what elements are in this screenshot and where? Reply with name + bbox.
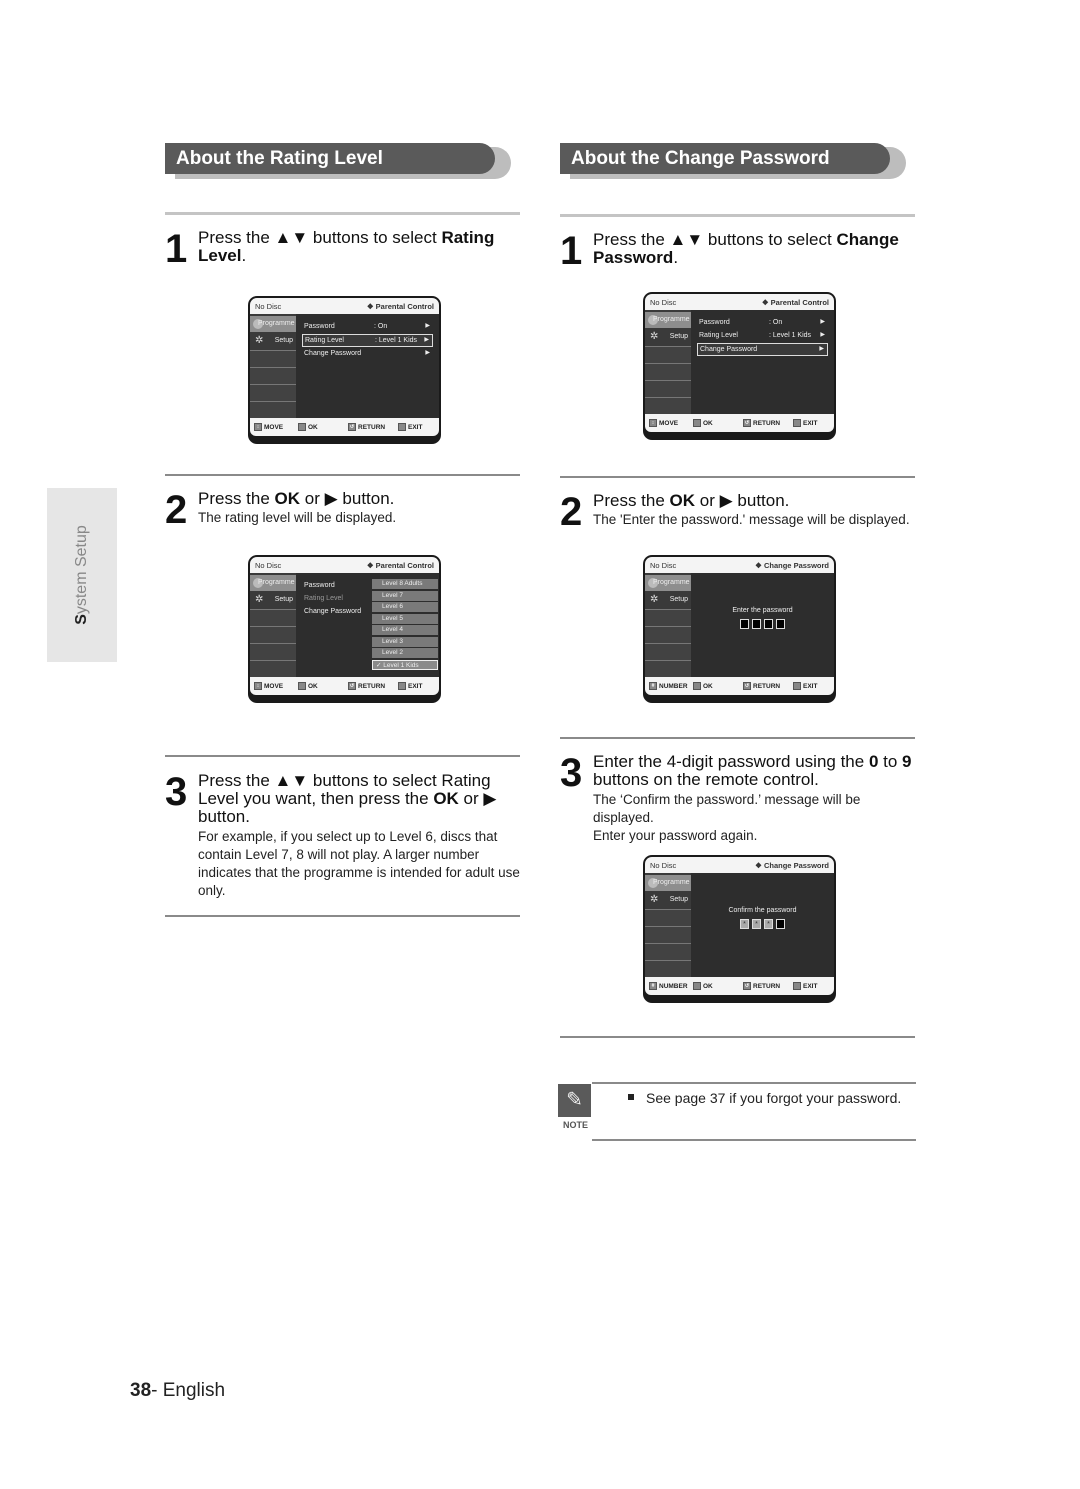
level-option[interactable]: Level 4	[372, 625, 438, 635]
exit-icon	[793, 419, 801, 427]
digit-box: *	[764, 919, 773, 929]
section-side-tab: System Setup	[47, 488, 117, 662]
exit-icon	[398, 423, 406, 431]
move-icon: ↕	[254, 682, 262, 690]
divider	[165, 915, 520, 917]
return-icon: ↺	[348, 682, 356, 690]
gear-icon: ✲	[255, 594, 264, 605]
digit-box	[740, 619, 749, 629]
divider	[560, 476, 915, 478]
divider	[560, 214, 915, 217]
exit-icon	[398, 682, 406, 690]
note-text: See page 37 if you forgot your password.	[628, 1090, 901, 1106]
return-icon: ↺	[743, 419, 751, 427]
digit-box	[764, 619, 773, 629]
osd-rating-select: No Disc ❖ Parental Control Programme ✲ Set…	[248, 296, 441, 444]
osd-confirm-password: No Disc ❖ Change Password Programme ✲ Setu…	[643, 855, 836, 1003]
divider	[560, 1036, 915, 1038]
confirm-password-input[interactable]: * * *	[691, 919, 834, 929]
rating-levels-list: Level 8 Adults Level 7 Level 6 Level 5 L…	[372, 579, 438, 671]
osd-change-password-select: No Disc ❖ Parental Control Programme ✲ Set…	[643, 292, 836, 440]
digit-box	[776, 919, 785, 929]
level-option[interactable]: Level 7	[372, 590, 438, 601]
digit-box	[776, 619, 785, 629]
return-icon: ↺	[743, 982, 751, 990]
divider	[165, 474, 520, 476]
section-side-label: System Setup	[73, 525, 90, 625]
gear-icon: ✲	[650, 331, 659, 342]
bullet-icon	[628, 1094, 634, 1101]
level-option[interactable]: Level 3	[372, 636, 438, 647]
ok-icon	[693, 419, 701, 427]
gear-icon: ✲	[255, 335, 264, 346]
exit-icon	[793, 982, 801, 990]
ok-icon	[693, 982, 701, 990]
digit-box: *	[740, 919, 749, 929]
osd-rating-levels: No Disc ❖ Parental Control Programme ✲ Set…	[248, 555, 441, 703]
ok-icon	[298, 682, 306, 690]
return-icon: ↺	[743, 682, 751, 690]
divider	[165, 212, 520, 215]
divider	[560, 737, 915, 739]
digit-box: *	[752, 919, 761, 929]
return-icon: ↺	[348, 423, 356, 431]
level-option[interactable]: Level 8 Adults	[372, 579, 438, 589]
move-icon: ↕	[254, 423, 262, 431]
gear-icon: ✲	[650, 894, 659, 905]
digit-box	[752, 619, 761, 629]
password-input[interactable]	[691, 619, 834, 629]
page-footer: 38- English	[130, 1380, 226, 1401]
level-option[interactable]: Level 6	[372, 602, 438, 612]
number-icon: #	[649, 682, 657, 690]
level-option-selected[interactable]: ✓ Level 1 Kids	[372, 659, 438, 670]
move-icon: ↕	[649, 419, 657, 427]
rating-level-header: About the Rating Level	[165, 143, 511, 179]
divider	[165, 755, 520, 757]
ok-icon	[693, 682, 701, 690]
note-label: NOTE	[562, 1120, 588, 1130]
osd-enter-password: No Disc ❖ Change Password Programme ✲ Setu…	[643, 555, 836, 703]
level-option[interactable]: Level 5	[372, 613, 438, 624]
ok-icon	[298, 423, 306, 431]
number-icon: #	[649, 982, 657, 990]
divider	[592, 1139, 916, 1141]
exit-icon	[793, 682, 801, 690]
gear-icon: ✲	[650, 594, 659, 605]
pencil-icon: ✎	[558, 1084, 591, 1117]
change-password-header: About the Change Password	[560, 143, 906, 179]
divider	[592, 1082, 916, 1084]
level-option[interactable]: Level 2	[372, 648, 438, 658]
